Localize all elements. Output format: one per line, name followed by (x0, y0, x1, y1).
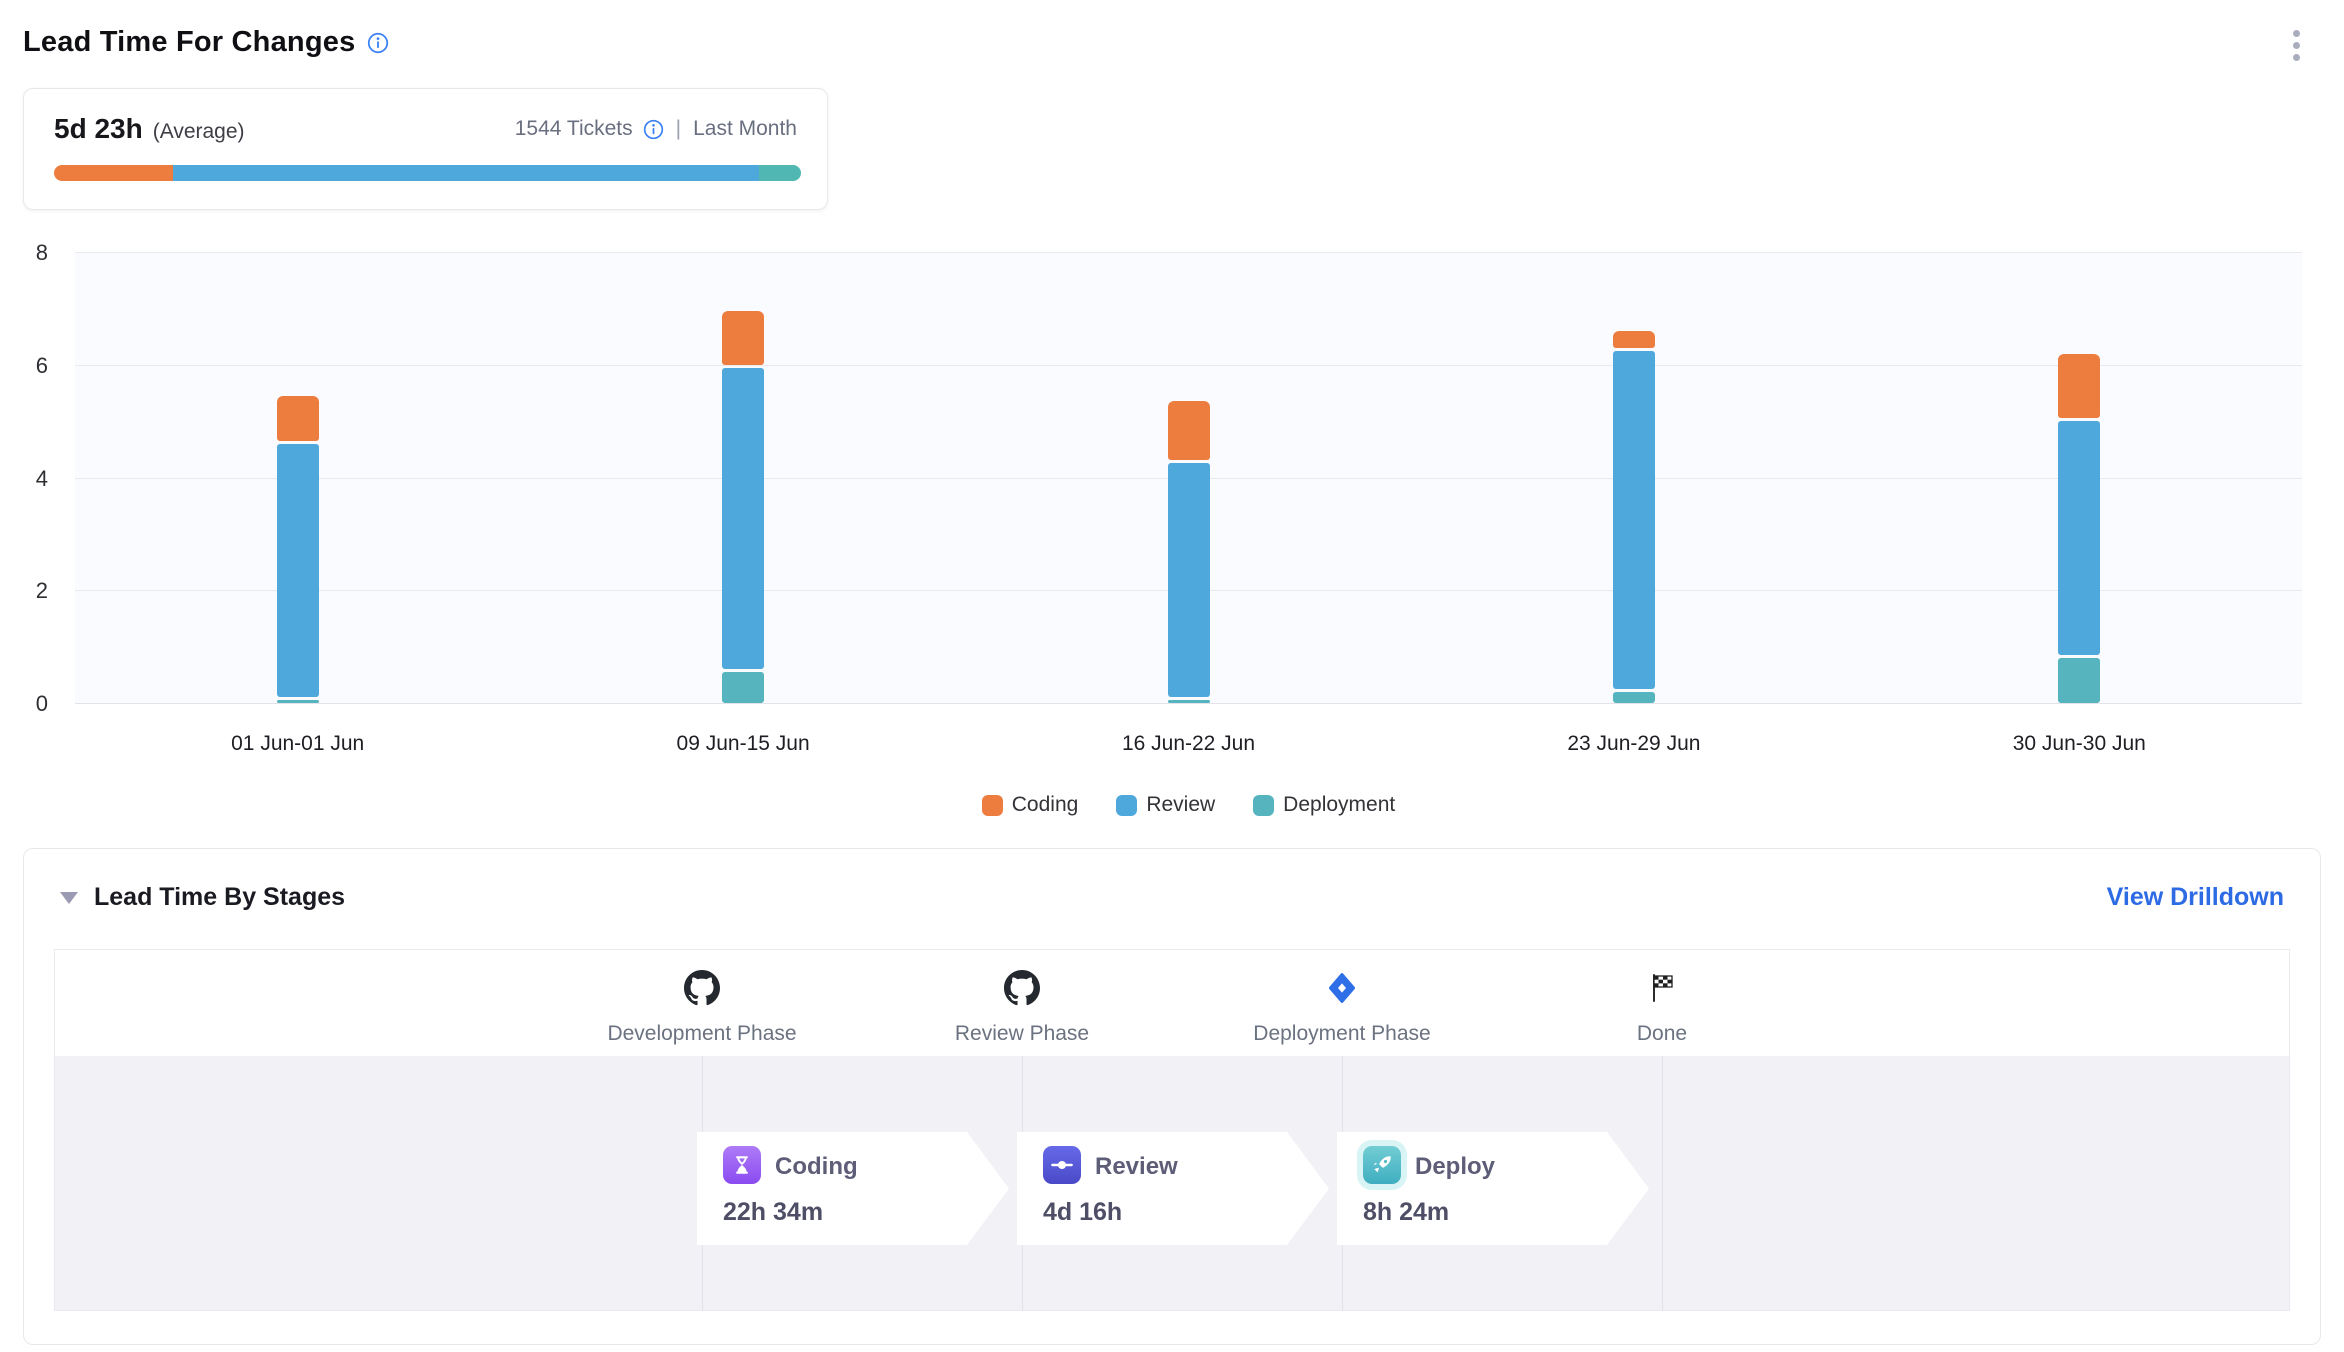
diamond-icon (1325, 966, 1359, 1010)
bar-segment-deployment[interactable] (1613, 692, 1655, 703)
bar-segment-review[interactable] (277, 444, 319, 698)
stages-table: Coding 22h 34m Review 4d 16h Deploy 8h 24m De… (54, 949, 2290, 1311)
distribution-segment-review[interactable] (173, 165, 759, 181)
x-tick-label: 09 Jun-15 Jun (677, 732, 810, 756)
legend-item-coding[interactable]: Coding (982, 793, 1079, 817)
bar-segment-coding[interactable] (1613, 331, 1655, 348)
average-value: 5d 23h (54, 113, 143, 145)
stage-card-value: 8h 24m (1363, 1198, 1449, 1227)
title-info-icon[interactable] (367, 32, 389, 54)
collapse-triangle-icon (60, 892, 78, 904)
period-label: Last Month (693, 117, 797, 141)
phase-column-review-phase: Review Phase (862, 950, 1182, 1046)
phase-label: Done (1637, 1022, 1687, 1046)
bar-01-jun-01-jun[interactable] (277, 396, 319, 703)
legend-label: Coding (1012, 793, 1079, 817)
bar-segment-review[interactable] (1168, 463, 1210, 697)
tickets-count: 1544 Tickets (515, 117, 633, 141)
github-icon (684, 966, 720, 1010)
stage-card-value: 4d 16h (1043, 1198, 1122, 1227)
github-icon (1004, 966, 1040, 1010)
x-tick-label: 16 Jun-22 Jun (1122, 732, 1255, 756)
stages-collapse-toggle[interactable]: Lead Time By Stages (60, 883, 345, 912)
phase-label: Review Phase (955, 1022, 1089, 1046)
y-tick-label: 4 (36, 466, 48, 492)
y-axis: 02468 (0, 253, 62, 704)
bar-16-jun-22-jun[interactable] (1168, 401, 1210, 703)
hourglass-icon (723, 1146, 761, 1184)
legend-swatch (1116, 795, 1137, 816)
bar-segment-coding[interactable] (2058, 354, 2100, 419)
stage-distribution-bar (54, 165, 801, 181)
y-tick-label: 8 (36, 240, 48, 266)
phase-column-deployment-phase: Deployment Phase (1182, 950, 1502, 1046)
x-tick-label: 30 Jun-30 Jun (2013, 732, 2146, 756)
stage-card-coding[interactable]: Coding 22h 34m (697, 1132, 1009, 1245)
legend-swatch (982, 795, 1003, 816)
widget-header: Lead Time For Changes (23, 26, 389, 59)
stage-card-label: Review (1095, 1153, 1178, 1181)
x-axis: 01 Jun-01 Jun 09 Jun-15 Jun 16 Jun-22 Jun 2… (75, 704, 2302, 764)
bar-segment-review[interactable] (2058, 421, 2100, 655)
bar-segment-deployment[interactable] (277, 700, 319, 703)
legend-item-deployment[interactable]: Deployment (1253, 793, 1395, 817)
gridline-6 (75, 365, 2302, 366)
legend-swatch (1253, 795, 1274, 816)
tickets-info-icon[interactable] (643, 119, 664, 140)
bar-segment-review[interactable] (722, 368, 764, 669)
y-tick-label: 0 (36, 691, 48, 717)
page-title: Lead Time For Changes (23, 26, 355, 59)
phase-label: Deployment Phase (1253, 1022, 1430, 1046)
stages-table-body: Coding 22h 34m Review 4d 16h Deploy 8h 24m (55, 1056, 2289, 1310)
stage-card-value: 22h 34m (723, 1198, 823, 1227)
stages-title: Lead Time By Stages (94, 883, 345, 912)
distribution-segment-deployment[interactable] (759, 165, 801, 181)
bar-segment-deployment[interactable] (2058, 658, 2100, 703)
checkered-flag-icon (1646, 966, 1678, 1010)
lead-time-chart: 02468 01 Jun-01 Jun09 Jun-15 Jun16 Jun-2… (0, 253, 2344, 853)
bar-30-jun-30-jun[interactable] (2058, 354, 2100, 703)
chart-legend: Coding Review Deployment (75, 793, 2302, 817)
view-drilldown-link[interactable]: View Drilldown (2107, 883, 2284, 912)
bar-segment-review[interactable] (1613, 351, 1655, 689)
commit-icon (1043, 1146, 1081, 1184)
separator: | (676, 117, 681, 141)
bar-segment-deployment[interactable] (722, 672, 764, 703)
lead-time-by-stages-panel: Lead Time By Stages View Drilldown Codin… (23, 848, 2321, 1345)
x-tick-label: 01 Jun-01 Jun (231, 732, 364, 756)
legend-label: Deployment (1283, 793, 1395, 817)
legend-label: Review (1146, 793, 1215, 817)
phase-column-development-phase: Development Phase (542, 950, 862, 1046)
stage-card-deploy[interactable]: Deploy 8h 24m (1337, 1132, 1649, 1245)
bar-segment-coding[interactable] (277, 396, 319, 441)
y-tick-label: 2 (36, 578, 48, 604)
bar-segment-coding[interactable] (722, 311, 764, 364)
phase-label: Development Phase (607, 1022, 796, 1046)
rocket-icon (1363, 1146, 1401, 1184)
lead-time-widget: Lead Time For Changes 5d 23h (Average) 1… (0, 0, 2344, 1352)
plot-area (75, 253, 2302, 704)
phase-column-done: Done (1502, 950, 1822, 1046)
stage-card-review[interactable]: Review 4d 16h (1017, 1132, 1329, 1245)
x-tick-label: 23 Jun-29 Jun (1567, 732, 1700, 756)
average-label: (Average) (153, 120, 245, 144)
column-divider (1662, 1056, 1663, 1310)
y-tick-label: 6 (36, 353, 48, 379)
summary-card: 5d 23h (Average) 1544 Tickets | Last Mon… (23, 88, 828, 210)
legend-item-review[interactable]: Review (1116, 793, 1215, 817)
bar-09-jun-15-jun[interactable] (722, 311, 764, 703)
bar-segment-deployment[interactable] (1168, 700, 1210, 703)
stage-card-label: Deploy (1415, 1153, 1495, 1181)
stage-card-label: Coding (775, 1153, 858, 1181)
distribution-segment-coding[interactable] (54, 165, 173, 181)
bar-23-jun-29-jun[interactable] (1613, 331, 1655, 703)
kebab-menu-icon[interactable] (2293, 30, 2300, 61)
gridline-8 (75, 252, 2302, 253)
bar-segment-coding[interactable] (1168, 401, 1210, 460)
